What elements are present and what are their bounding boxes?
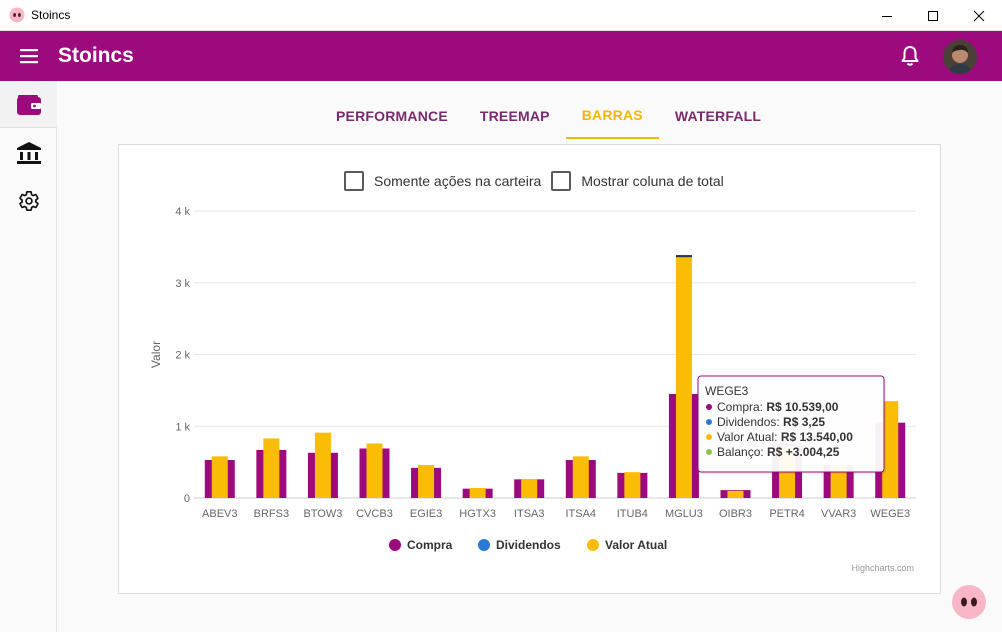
x-tick-label: ITUB4: [617, 508, 648, 520]
tab-performance[interactable]: PERFORMANCE: [320, 93, 464, 139]
side-navigation: [0, 81, 57, 632]
nav-bank[interactable]: [0, 130, 57, 176]
x-tick-label: ITSA3: [514, 508, 545, 520]
tooltip-row: Valor Atual: R$ 13.540,00: [717, 430, 853, 444]
chart-card: Somente ações na carteira Mostrar coluna…: [118, 144, 941, 594]
x-tick-label: ITSA4: [565, 508, 596, 520]
y-tick-label: 2 k: [175, 350, 190, 362]
x-tick-label: CVCB3: [356, 508, 393, 520]
bar-valor-atual-itub4[interactable]: [624, 472, 641, 498]
legend-marker-dividendos[interactable]: [478, 539, 490, 551]
bar-valor-atual-oibr3[interactable]: [727, 490, 744, 498]
bar-valor-atual-itsa3[interactable]: [521, 479, 538, 498]
y-axis-label: Valor: [149, 341, 163, 368]
window-titlebar: Stoincs: [0, 0, 1002, 31]
x-tick-label: EGIE3: [410, 508, 442, 520]
tooltip-dot: [706, 404, 712, 410]
pig-nose-icon: [9, 7, 25, 23]
tooltip-dot: [706, 419, 712, 425]
bar-valor-atual-mglu3[interactable]: [675, 256, 692, 498]
bar-valor-atual-hgtx3[interactable]: [469, 487, 486, 498]
legend-marker-compra[interactable]: [389, 539, 401, 551]
bar-valor-atual-itsa4[interactable]: [572, 456, 589, 498]
x-tick-label: OIBR3: [719, 508, 752, 520]
hamburger-menu-icon: [20, 49, 38, 64]
tooltip-row: Balanço: R$ +3.004,25: [717, 445, 840, 459]
user-avatar[interactable]: [943, 40, 977, 74]
legend-label-dividendos[interactable]: Dividendos: [496, 538, 561, 552]
tab-barras[interactable]: BARRAS: [565, 93, 659, 139]
app-bar: Stoincs: [0, 31, 1002, 81]
tab-treemap[interactable]: TREEMAP: [464, 93, 566, 139]
legend-marker-valor-atual[interactable]: [587, 539, 599, 551]
bar-valor-atual-btow3[interactable]: [314, 432, 331, 498]
tooltip-dot: [706, 449, 712, 455]
nav-settings[interactable]: [0, 178, 57, 224]
y-tick-label: 3 k: [175, 278, 190, 290]
avatar-photo: [943, 40, 977, 74]
legend-label-valor-atual[interactable]: Valor Atual: [605, 538, 667, 552]
window-title: Stoincs: [31, 8, 71, 22]
tooltip-row: Dividendos: R$ 3,25: [717, 415, 825, 429]
tooltip-row: Compra: R$ 10.539,00: [717, 400, 839, 414]
pig-fab-button[interactable]: [952, 585, 986, 619]
legend-label-compra[interactable]: Compra: [407, 538, 453, 552]
y-tick-label: 0: [184, 493, 190, 505]
menu-button[interactable]: [0, 31, 58, 81]
tooltip-dot: [706, 434, 712, 440]
tab-waterfall[interactable]: WATERFALL: [659, 93, 777, 139]
x-tick-label: WEGE3: [870, 508, 910, 520]
highcharts-credits[interactable]: Highcharts.com: [851, 563, 914, 573]
x-tick-label: HGTX3: [459, 508, 496, 520]
bell-icon: [901, 46, 919, 66]
app-title: Stoincs: [58, 44, 134, 67]
y-tick-label: 1 k: [175, 421, 190, 433]
minimize-icon: [882, 15, 892, 17]
bank-icon: [16, 142, 41, 164]
gear-icon: [18, 191, 39, 211]
x-tick-label: BTOW3: [303, 508, 342, 520]
bar-valor-atual-egie3[interactable]: [418, 464, 435, 498]
maximize-button[interactable]: [910, 0, 956, 31]
bar-chart: 0 1 k 2 k 3 k 4 k Valor ABEV3 BRFS3 BTOW3 CVCB3 EG…: [136, 201, 926, 573]
x-tick-label: VVAR3: [821, 508, 856, 520]
close-button[interactable]: [956, 0, 1002, 31]
x-tick-label: ABEV3: [202, 508, 237, 520]
nav-wallet[interactable]: [0, 82, 57, 128]
tooltip-title: WEGE3: [705, 384, 749, 398]
pig-nose-icon: [961, 597, 977, 607]
chart-tabs: PERFORMANCE TREEMAP BARRAS WATERFALL: [320, 93, 777, 139]
notifications-button[interactable]: [895, 41, 925, 71]
wallet-icon: [16, 94, 41, 115]
bar-valor-atual-brfs3[interactable]: [263, 438, 280, 498]
y-tick-label: 4 k: [175, 206, 190, 218]
x-tick-label: BRFS3: [254, 508, 289, 520]
bar-valor-atual-cvcb3[interactable]: [366, 443, 383, 498]
x-tick-label: PETR4: [769, 508, 804, 520]
x-tick-label: MGLU3: [665, 508, 703, 520]
bar-valor-atual-abev3[interactable]: [211, 456, 228, 498]
minimize-button[interactable]: [864, 0, 910, 31]
close-icon: [973, 10, 985, 21]
maximize-icon: [928, 10, 938, 21]
bar-dividendos-mglu3[interactable]: [675, 255, 692, 258]
